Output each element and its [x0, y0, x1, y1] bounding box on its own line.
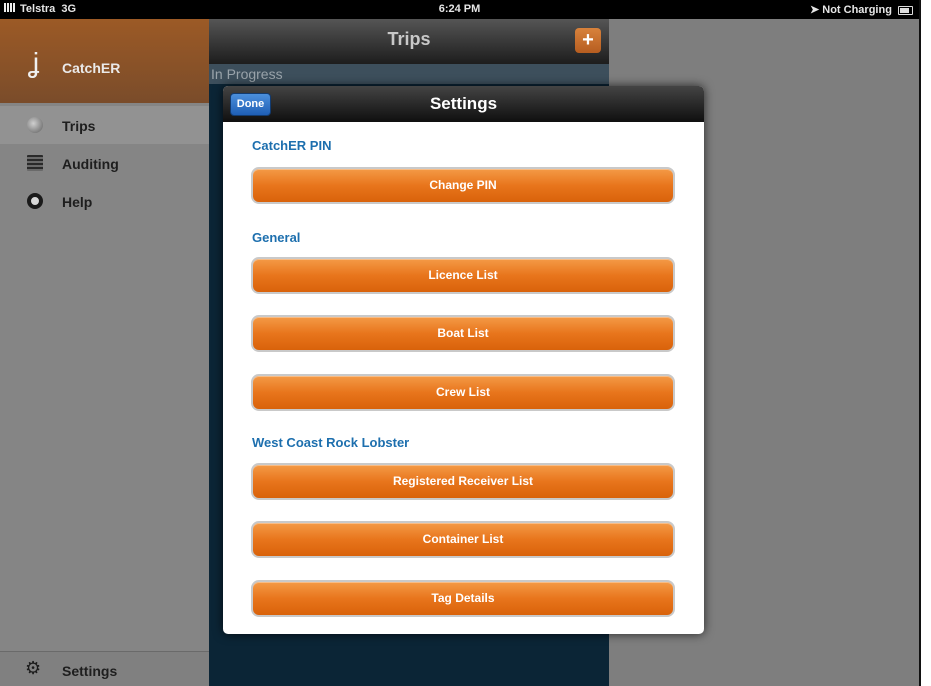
- trips-navbar: Trips +: [209, 19, 609, 64]
- fish-hook-icon: ʝ: [28, 47, 40, 78]
- app-brand-header: ʝ CatchER: [0, 19, 209, 103]
- settings-title: Settings: [429, 94, 498, 113]
- battery-info: ➤ Not Charging: [810, 3, 913, 16]
- sidebar-item-settings[interactable]: ⚙ Settings: [0, 651, 209, 686]
- licence-list-button[interactable]: Licence List: [251, 257, 675, 294]
- settings-modal: Done Settings CatchER PIN Change PIN Gen…: [223, 86, 704, 634]
- document-icon: [27, 155, 43, 171]
- sidebar: ʝ CatchER Trips Auditing Help ⚙ Settings: [0, 19, 209, 686]
- section-heading-west-coast-rock-lobster: West Coast Rock Lobster: [252, 435, 410, 450]
- section-heading-catcher-pin: CatchER PIN: [252, 138, 332, 153]
- sidebar-item-auditing[interactable]: Auditing: [0, 144, 209, 182]
- sidebar-item-label: Help: [62, 194, 93, 210]
- battery-icon: [898, 5, 913, 15]
- clock: 6:24 PM: [438, 3, 481, 15]
- crew-list-button[interactable]: Crew List: [251, 374, 675, 411]
- tag-details-button[interactable]: Tag Details: [251, 580, 675, 617]
- in-progress-section-header: In Progress: [209, 64, 611, 84]
- globe-icon: [27, 117, 43, 133]
- sidebar-item-label: Trips: [62, 118, 96, 134]
- ipad-screen: Telstra 3G 6:24 PM ➤ Not Charging ʝ Catc…: [0, 0, 919, 686]
- location-arrow-icon: ➤: [809, 4, 820, 16]
- registered-receiver-list-button[interactable]: Registered Receiver List: [251, 463, 675, 500]
- section-heading-general: General: [252, 230, 301, 245]
- trips-title: Trips: [387, 29, 431, 49]
- sidebar-item-help[interactable]: Help: [0, 182, 209, 220]
- add-trip-button[interactable]: +: [575, 28, 601, 53]
- boat-list-button[interactable]: Boat List: [251, 315, 675, 352]
- lifebuoy-icon: [27, 193, 43, 209]
- battery-status-text: Not Charging: [822, 4, 892, 16]
- screenshot-edge: [919, 0, 931, 686]
- sidebar-item-label: Settings: [62, 663, 118, 679]
- status-bar: Telstra 3G 6:24 PM ➤ Not Charging: [0, 0, 919, 19]
- gear-icon: ⚙: [25, 658, 42, 678]
- change-pin-button[interactable]: Change PIN: [251, 167, 675, 204]
- container-list-button[interactable]: Container List: [251, 521, 675, 558]
- app-name: CatchER: [62, 60, 121, 76]
- sidebar-item-label: Auditing: [62, 156, 119, 172]
- sidebar-item-trips[interactable]: Trips: [0, 106, 209, 144]
- settings-navbar: Done Settings: [223, 86, 704, 122]
